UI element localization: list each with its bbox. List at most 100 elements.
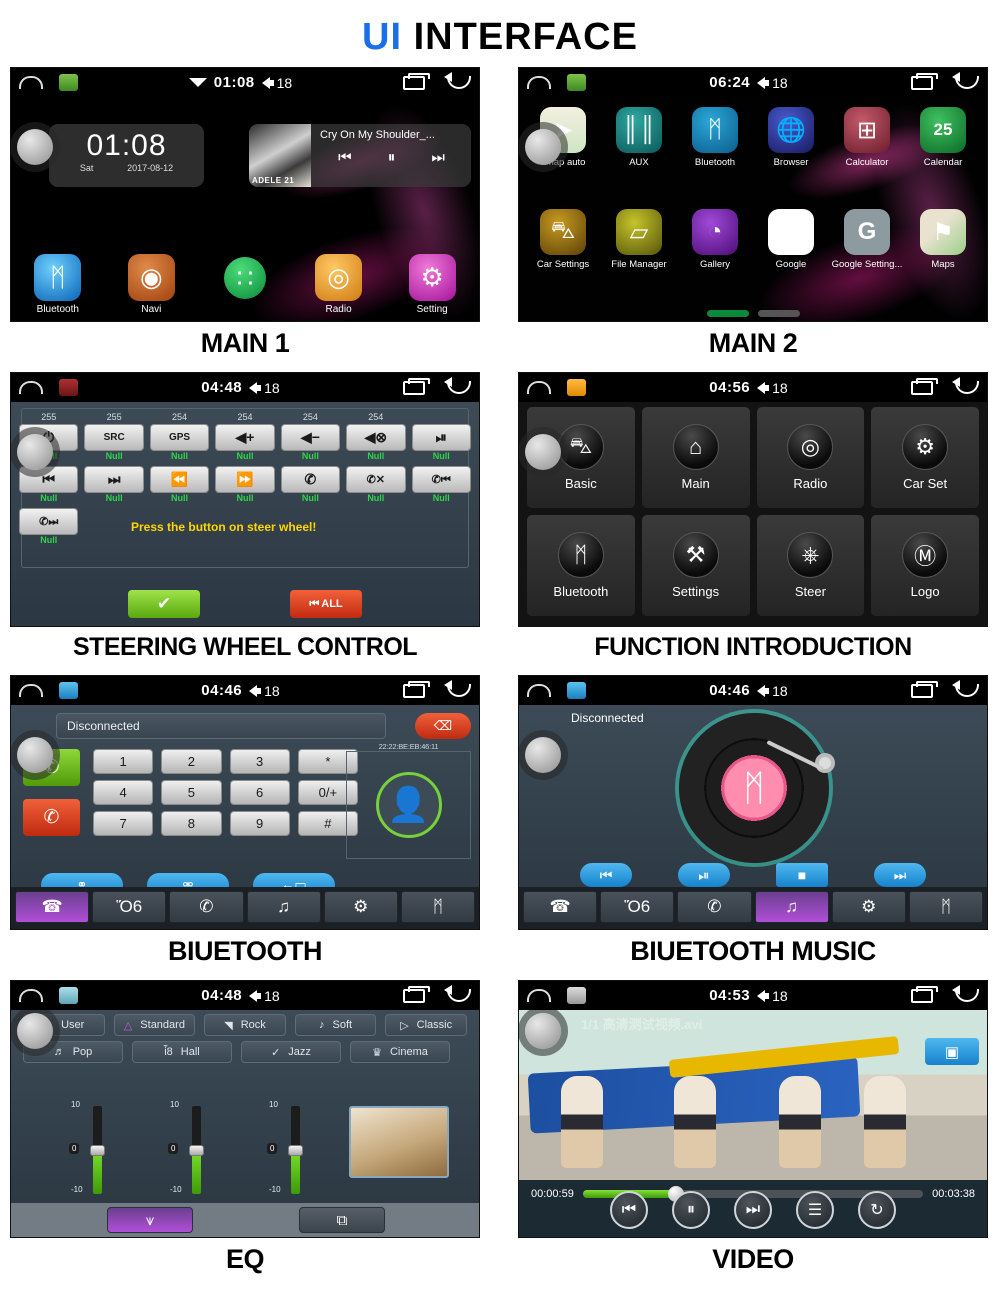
volume-icon[interactable] [261,76,274,89]
screen-main1[interactable]: 01:08 18 01:08 Sat 2017-08-12 ADELE 21 C… [10,67,480,322]
next-icon[interactable]: ⏭ [431,149,445,166]
home-icon[interactable] [19,76,43,89]
steering-app-icon[interactable] [59,379,78,396]
tab-bluetooth[interactable]: ᛗ [908,891,984,923]
home-icon[interactable] [19,381,43,394]
preset-soft[interactable]: ♪ Soft [294,1014,377,1036]
slider-thumb[interactable] [189,1145,204,1156]
steer-key-previous[interactable]: ⏮ Null [19,466,79,506]
rotary-knob[interactable] [525,737,561,773]
function-tile-steer[interactable]: ⎈ Steer [756,515,865,616]
clear-all-button[interactable]: ⏮ ALL [290,590,362,618]
slider-mid[interactable]: 10 -10 0 MID [168,1100,216,1215]
steer-key-next[interactable]: ⏭ Null [84,466,144,506]
recents-icon[interactable] [403,72,430,90]
page-dot-active[interactable] [706,310,749,317]
recents-icon[interactable] [911,377,938,395]
back-icon[interactable] [952,377,979,394]
tab-bluetooth[interactable]: ᛗ [400,891,476,923]
volume-icon[interactable] [757,76,770,89]
preset-cinema[interactable]: ♛ Cinema [350,1041,450,1063]
tab-settings[interactable]: ⚙ [323,891,398,923]
backspace-button[interactable]: ⌫ [415,713,471,739]
rotary-knob[interactable] [17,737,53,773]
home-icon[interactable] [527,684,551,697]
app-maps[interactable]: ⚑ Maps [905,203,981,305]
key-2[interactable]: 2 [161,749,222,774]
home-icon[interactable] [527,989,551,1002]
screen-main2[interactable]: 06:24 18 ➤ amap auto ║║ AUX ᛗ Bluetooth … [518,67,988,322]
volume-icon[interactable] [249,684,262,697]
previous-icon[interactable]: ⏮ [338,149,352,166]
rotary-knob[interactable] [17,129,53,165]
recents-icon[interactable] [403,680,430,698]
app-calendar[interactable]: 25 Calendar [905,101,981,203]
screen-function-introduction[interactable]: 04:56 18 ⛍ Basic ⌂ Main ◎ Radio ⚙ Car Se… [518,372,988,627]
function-tile-car-set[interactable]: ⚙ Car Set [871,407,979,508]
recents-icon[interactable] [403,377,430,395]
steer-key-play-pause[interactable]: ⏯ Null [411,412,471,464]
steer-key-volume-down[interactable]: 254 ◀− Null [280,412,341,464]
back-icon[interactable] [952,680,979,697]
steer-key-volume-up[interactable]: 254 ◀+ Null [215,412,275,464]
screen-eq[interactable]: 04:48 18 ♟ User [10,980,480,1238]
volume-icon[interactable] [249,989,262,1002]
steer-key-hangup[interactable]: ✆✕ Null [346,466,406,506]
steer-key-src[interactable]: 255 SRC Null [84,412,144,464]
video-frame[interactable] [519,1010,987,1180]
volume-icon[interactable] [757,381,770,394]
app-radio[interactable]: ◎ Radio [292,254,386,315]
tab-call-log[interactable]: ✆ [677,891,752,923]
back-icon[interactable] [444,377,471,394]
key-5[interactable]: 5 [161,780,222,805]
app-all-apps[interactable]: ∷ [198,254,292,315]
slider-high[interactable]: 10 -10 0 HIGH [267,1100,315,1215]
steer-key-rewind[interactable]: ⏪ Null [149,466,210,506]
play-pause-button[interactable]: ⏯ [678,863,730,887]
video-app-icon[interactable] [567,987,586,1004]
previous-button[interactable]: ⏮ [610,1191,648,1229]
function-tile-bluetooth[interactable]: ᛗ Bluetooth [527,515,635,616]
playlist-button[interactable]: ☰ [796,1191,834,1229]
rotary-knob[interactable] [525,434,561,470]
app-car-settings[interactable]: ⛍ Car Settings [525,203,601,305]
app-shortcut-icon[interactable] [59,74,78,91]
back-icon[interactable] [444,680,471,697]
key-4[interactable]: 4 [93,780,154,805]
key-1[interactable]: 1 [93,749,154,774]
key-3[interactable]: 3 [229,749,290,774]
screen-bluetooth-music[interactable]: 04:46 18 Disconnected ᛗ ⏮ ⏯ ■ ⏭ ☎ Ὅ6 ✆ ♫… [518,675,988,930]
rotary-knob[interactable] [525,1013,561,1049]
app-setting[interactable]: ⚙ Setting [385,254,479,315]
app-gallery[interactable]: ◔ Gallery [677,203,753,305]
screen-bluetooth[interactable]: 04:46 18 Disconnected ⌫ 22:22:BE:EB:46:1… [10,675,480,930]
app-google-settings[interactable]: G Google Setting... [829,203,905,305]
repeat-button[interactable]: ↻ [858,1191,896,1229]
function-tile-radio[interactable]: ◎ Radio [756,407,865,508]
rotary-knob[interactable] [17,434,53,470]
function-tile-main[interactable]: ⌂ Main [641,407,750,508]
key-6[interactable]: 6 [229,780,290,805]
pause-button[interactable]: ⏸ [672,1191,710,1229]
equalizer-button[interactable]: ⩛ [107,1207,193,1233]
app-bluetooth[interactable]: ᛗ Bluetooth [677,101,753,203]
function-tile-logo[interactable]: Ⓜ Logo [871,515,979,616]
app-navi[interactable]: ◉ Navi [105,254,199,315]
page-dot[interactable] [757,310,800,317]
back-icon[interactable] [952,985,979,1002]
clock-widget[interactable]: 01:08 Sat 2017-08-12 [49,124,204,187]
car-app-icon[interactable] [567,379,586,396]
recents-icon[interactable] [911,72,938,90]
key-8[interactable]: 8 [161,811,222,836]
steer-key-phone-prev[interactable]: ✆⏮ Null [411,466,471,506]
music-widget[interactable]: Cry On My Shoulder_... ⏮ ⏸ ⏭ [249,124,471,187]
key-7[interactable]: 7 [93,811,154,836]
next-button[interactable]: ⏭ [874,863,926,887]
tab-contacts[interactable]: Ὅ6 [92,891,167,923]
tab-music[interactable]: ♫ [754,891,829,923]
rotary-knob[interactable] [17,1013,53,1049]
preset-rock[interactable]: ◥ Rock [204,1014,286,1036]
back-icon[interactable] [444,72,471,89]
tab-contacts[interactable]: Ὅ6 [600,891,675,923]
preset-classic[interactable]: ▷ Classic [385,1014,467,1036]
